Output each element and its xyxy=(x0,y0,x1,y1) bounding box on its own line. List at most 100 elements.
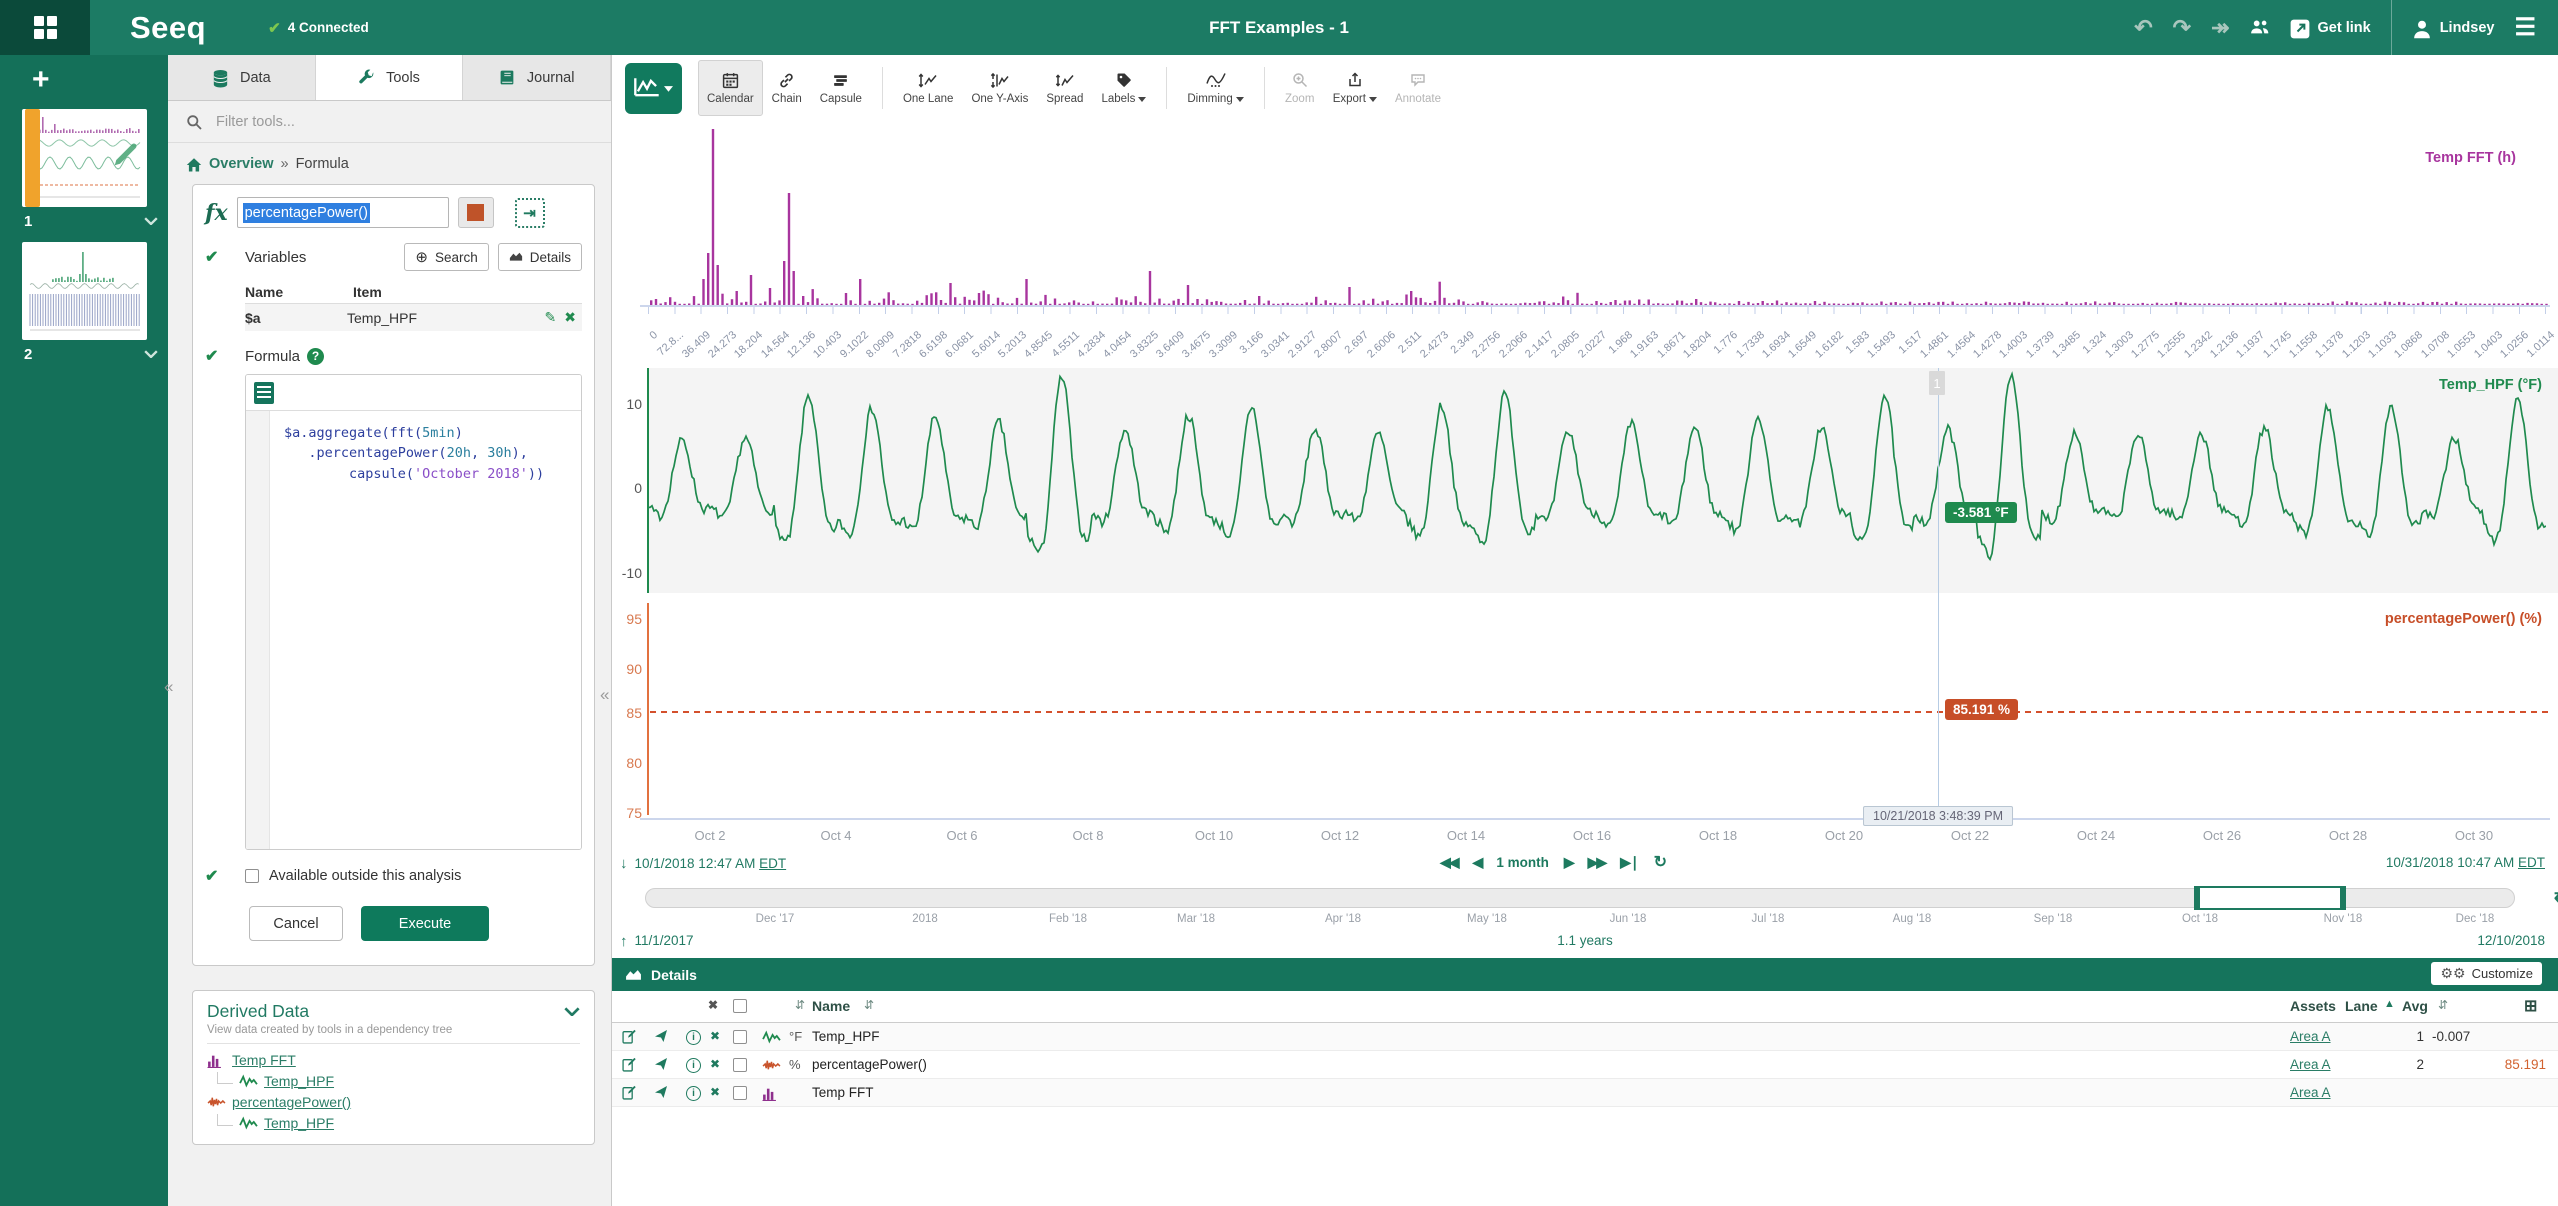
sort-icon[interactable]: ⇵ xyxy=(795,998,805,1012)
customize-button[interactable]: ⚙⚙ Customize xyxy=(2431,962,2542,985)
document-lines-icon[interactable] xyxy=(254,381,274,404)
edit-worksheet-icon[interactable] xyxy=(111,139,141,169)
hamburger-menu-icon[interactable]: ☰ xyxy=(2514,13,2536,42)
formula-code[interactable]: $a.aggregate(fft(5min) .percentagePower(… xyxy=(270,411,544,849)
undo-icon[interactable]: ↶ xyxy=(2134,16,2152,39)
available-checkbox[interactable] xyxy=(245,869,259,883)
toolbar-button-one-lane[interactable]: One Lane xyxy=(894,60,963,116)
row-checkbox[interactable] xyxy=(733,1086,747,1100)
tab-tools[interactable]: Tools xyxy=(315,55,464,100)
breadcrumb-overview-link[interactable]: Overview xyxy=(209,156,274,172)
worksheet-number[interactable]: 1 xyxy=(24,213,32,230)
toolbar-button-capsule[interactable]: Capsule xyxy=(811,60,871,116)
worksheet-number[interactable]: 2 xyxy=(24,346,32,363)
color-picker-button[interactable] xyxy=(457,197,494,228)
edit-item-icon[interactable] xyxy=(622,1029,638,1045)
add-worksheet-button[interactable]: + xyxy=(32,65,168,95)
select-all-checkbox[interactable] xyxy=(733,999,747,1013)
lane-column-header[interactable]: Lane xyxy=(2345,998,2378,1014)
info-icon[interactable]: i xyxy=(686,1029,701,1045)
info-icon[interactable]: i xyxy=(686,1085,701,1101)
toolbar-button-annotate[interactable]: Annotate xyxy=(1386,60,1450,116)
chevron-down-icon[interactable] xyxy=(144,217,158,226)
investigate-end[interactable]: 12/10/2018 xyxy=(2477,933,2545,948)
remove-all-icon[interactable]: ✖ xyxy=(708,998,718,1012)
timeline-scrubber[interactable] xyxy=(645,886,2515,910)
row-checkbox[interactable] xyxy=(733,1030,747,1044)
collapse-sidebar-handle[interactable]: « xyxy=(600,685,609,705)
worksheet-thumbnail-2[interactable] xyxy=(22,242,147,340)
add-column-icon[interactable]: ⊞ xyxy=(2524,996,2537,1016)
timeline-expand-icon[interactable]: ⇄ xyxy=(2554,886,2558,906)
refresh-icon[interactable]: ↻ xyxy=(1654,852,1667,872)
name-column-header[interactable]: Name xyxy=(812,998,850,1014)
row-checkbox[interactable] xyxy=(733,1058,747,1072)
derived-item-link[interactable]: percentagePower() xyxy=(232,1094,351,1110)
derived-item-link[interactable]: Temp_HPF xyxy=(264,1073,334,1089)
toolbar-button-dimming[interactable]: Dimming xyxy=(1178,60,1252,116)
home-icon[interactable] xyxy=(186,157,202,172)
redo-icon[interactable]: ↷ xyxy=(2173,16,2191,39)
power-dashed-series[interactable] xyxy=(650,711,2548,713)
tab-data[interactable]: Data xyxy=(168,55,316,100)
step-to-end-icon[interactable]: ▶❘ xyxy=(1620,854,1640,871)
execute-button[interactable]: Execute xyxy=(361,906,489,941)
remove-item-icon[interactable]: ✖ xyxy=(710,1057,726,1073)
redo-all-icon[interactable]: ↠ xyxy=(2211,16,2229,39)
range-end-tz[interactable]: EDT xyxy=(2518,855,2545,870)
assets-link[interactable]: Area A xyxy=(2290,1085,2331,1100)
edit-item-icon[interactable] xyxy=(622,1085,638,1101)
filter-tools-input[interactable] xyxy=(214,112,554,131)
remove-item-icon[interactable]: ✖ xyxy=(710,1029,726,1045)
toolbar-button-zoom[interactable]: Zoom xyxy=(1276,60,1324,116)
share-users-icon[interactable] xyxy=(2250,19,2270,37)
derived-item-link[interactable]: Temp_HPF xyxy=(264,1115,334,1131)
sort-icon[interactable]: ⇵ xyxy=(864,998,874,1012)
get-link-button[interactable]: Get link xyxy=(2290,19,2371,38)
insert-panel-icon[interactable]: ⇥ xyxy=(514,197,545,228)
investigate-start[interactable]: ↑ 11/1/2017 xyxy=(620,933,694,950)
connection-status[interactable]: ✔ 4 Connected xyxy=(268,19,369,37)
investigate-duration[interactable]: 1.1 years xyxy=(1557,933,1613,948)
step-back-fast-icon[interactable]: ◀◀ xyxy=(1440,854,1459,871)
derived-data-header[interactable]: Derived Data xyxy=(207,1001,580,1022)
assets-link[interactable]: Area A xyxy=(2290,1029,2331,1044)
info-icon[interactable]: i xyxy=(686,1057,701,1073)
fft-bar-chart[interactable] xyxy=(648,127,2548,305)
assets-column-header[interactable]: Assets xyxy=(2290,998,2336,1014)
tab-journal[interactable]: Journal xyxy=(463,55,611,100)
user-menu[interactable]: Lindsey xyxy=(2412,19,2494,38)
toolbar-button-labels[interactable]: Labels xyxy=(1092,60,1155,116)
power-y-axis[interactable] xyxy=(647,603,649,815)
formula-help-icon[interactable]: ? xyxy=(307,347,325,365)
edit-item-icon[interactable] xyxy=(622,1057,638,1073)
avg-column-header[interactable]: Avg xyxy=(2402,998,2428,1014)
toolbar-button-spread[interactable]: Spread xyxy=(1037,60,1092,116)
cancel-button[interactable]: Cancel xyxy=(249,906,343,941)
chevron-down-icon[interactable] xyxy=(564,1006,580,1017)
formula-name-input[interactable]: percentagePower() xyxy=(236,197,449,228)
remove-variable-icon[interactable]: ✖ xyxy=(564,309,576,326)
chevron-down-icon[interactable] xyxy=(144,350,158,359)
range-start-tz[interactable]: EDT xyxy=(759,856,786,871)
range-end[interactable]: 10/31/2018 10:47 AM EDT xyxy=(2386,855,2545,870)
toolbar-button-one-y-axis[interactable]: One Y-Axis xyxy=(962,60,1037,116)
temp-hpf-line-chart[interactable] xyxy=(648,368,2546,593)
code-area[interactable]: $a.aggregate(fft(5min) .percentagePower(… xyxy=(246,411,581,849)
send-item-icon[interactable] xyxy=(654,1057,670,1073)
app-menu-button[interactable] xyxy=(0,0,90,55)
sort-asc-icon[interactable]: ▲ xyxy=(2384,998,2395,1010)
send-item-icon[interactable] xyxy=(654,1085,670,1101)
variables-details-button[interactable]: Details xyxy=(497,243,582,271)
step-back-icon[interactable]: ◀ xyxy=(1473,854,1484,871)
step-forward-icon[interactable]: ▶ xyxy=(1564,854,1575,871)
derived-item-link[interactable]: Temp FFT xyxy=(232,1052,296,1068)
toolbar-button-export[interactable]: Export xyxy=(1324,60,1386,116)
collapse-worksheets-handle[interactable]: « xyxy=(164,677,173,697)
formula-code-editor[interactable]: $a.aggregate(fft(5min) .percentagePower(… xyxy=(245,374,582,850)
sort-icon[interactable]: ⇵ xyxy=(2438,998,2448,1012)
worksheet-thumbnail-1[interactable] xyxy=(22,109,147,207)
remove-item-icon[interactable]: ✖ xyxy=(710,1085,726,1101)
send-item-icon[interactable] xyxy=(654,1029,670,1045)
time-axis-line[interactable] xyxy=(640,818,2550,820)
